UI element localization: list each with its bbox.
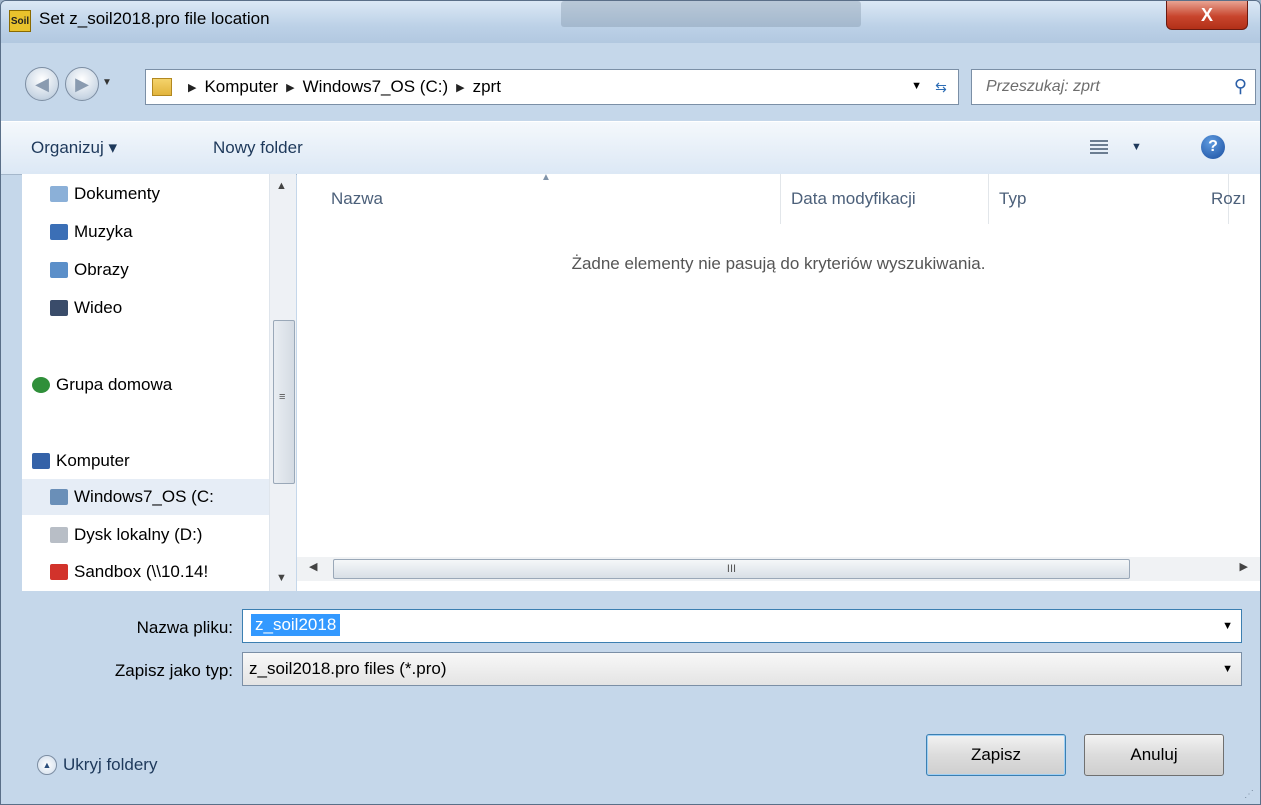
search-placeholder: Przeszukaj: zprt — [986, 78, 1100, 95]
chevron-down-icon[interactable]: ▼ — [1222, 663, 1233, 675]
address-bar[interactable]: ▶ Komputer ▶ Windows7_OS (C:) ▶ zprt ▼ ⇆ — [145, 69, 959, 105]
filetype-label: Zapisz jako typ: — [114, 661, 233, 680]
file-list: Nazwa ▲ Data modyfikacji Typ Rozı Żadne … — [297, 172, 1260, 591]
sidebar-item-drive-c[interactable]: Windows7_OS (C: — [22, 479, 269, 515]
video-icon — [50, 300, 68, 316]
sidebar-item-label: Obrazy — [74, 260, 129, 279]
chevron-up-icon: ▲ — [37, 755, 57, 775]
grip-icon: ≡ — [279, 391, 286, 403]
back-arrow-icon: ◀ — [35, 73, 49, 94]
homegroup-icon — [32, 377, 50, 393]
network-drive-icon — [50, 564, 68, 580]
nav-vertical-scrollbar[interactable]: ▲ ≡ ▼ — [269, 174, 296, 591]
back-button[interactable]: ◀ — [25, 67, 59, 101]
breadcrumb-drive[interactable]: Windows7_OS (C:) — [303, 77, 448, 97]
empty-results-message: Żadne elementy nie pasują do kryteriów w… — [571, 254, 986, 273]
chevron-right-icon[interactable]: ▶ — [188, 81, 196, 94]
column-header-label: Rozı — [1211, 189, 1246, 208]
drive-icon — [50, 527, 68, 543]
recent-locations-dropdown[interactable]: ▼ — [102, 77, 112, 88]
sidebar-item-label: Muzyka — [74, 222, 133, 241]
column-header-date[interactable]: Data modyfikacji — [781, 174, 989, 224]
sidebar-item-label: Komputer — [56, 451, 130, 470]
chevron-right-icon[interactable]: ▶ — [286, 81, 294, 94]
save-button[interactable]: Zapisz — [926, 734, 1066, 776]
breadcrumb-folder[interactable]: zprt — [473, 77, 501, 97]
sidebar-item-label: Wideo — [74, 298, 123, 317]
filetype-value: z_soil2018.pro files (*.pro) — [249, 659, 447, 678]
organize-button[interactable]: Organizuj ▾ — [31, 138, 117, 158]
column-header-label: Data modyfikacji — [791, 189, 916, 208]
navigation-pane: Dokumenty Muzyka Obrazy Wideo Grupa domo… — [22, 174, 269, 591]
resize-grip-icon[interactable]: ⋰ — [1244, 789, 1254, 800]
scroll-thumb[interactable]: III — [333, 559, 1130, 579]
breadcrumb-computer[interactable]: Komputer — [204, 77, 278, 97]
scroll-right-icon[interactable]: ▶ — [1240, 560, 1248, 573]
column-header-label: Nazwa — [331, 189, 383, 208]
sidebar-item-label: Sandbox (\\10.14! — [74, 562, 209, 581]
scroll-thumb[interactable]: ≡ — [273, 320, 295, 484]
refresh-icon[interactable]: ⇆ — [930, 76, 952, 98]
sidebar-item-drive-d[interactable]: Dysk lokalny (D:) — [50, 517, 297, 553]
sidebar-item-documents[interactable]: Dokumenty — [50, 176, 297, 212]
app-icon: Soil — [9, 10, 31, 32]
sidebar-item-label: Dokumenty — [74, 184, 160, 203]
file-horizontal-scrollbar[interactable]: ◀ III ▶ — [297, 557, 1260, 581]
filename-value: z_soil2018 — [251, 614, 341, 636]
sidebar-item-sandbox[interactable]: Sandbox (\\10.14! — [50, 554, 297, 590]
filename-label: Nazwa pliku: — [136, 618, 233, 637]
cancel-button[interactable]: Anuluj — [1084, 734, 1224, 776]
scroll-up-icon[interactable]: ▲ — [276, 180, 287, 192]
view-options-icon[interactable] — [1090, 140, 1108, 154]
help-icon[interactable]: ? — [1201, 135, 1225, 159]
column-header-label: Typ — [999, 189, 1027, 208]
sidebar-item-computer[interactable]: Komputer — [32, 443, 279, 479]
chevron-down-icon[interactable]: ▼ — [1222, 620, 1233, 632]
command-bar: Organizuj ▾ Nowy folder ▼ ? — [1, 121, 1260, 175]
music-icon — [50, 224, 68, 240]
column-header-type[interactable]: Typ — [989, 174, 1229, 224]
computer-icon — [32, 453, 50, 469]
pictures-icon — [50, 262, 68, 278]
search-input[interactable]: Przeszukaj: zprt ⚲ — [971, 69, 1256, 105]
sidebar-item-homegroup[interactable]: Grupa domowa — [32, 367, 279, 403]
column-header-size[interactable]: Rozı — [1201, 174, 1260, 224]
column-header-name[interactable]: Nazwa — [321, 174, 781, 224]
view-dropdown-icon[interactable]: ▼ — [1131, 141, 1142, 153]
sidebar-item-label: Grupa domowa — [56, 375, 173, 394]
drive-icon — [50, 489, 68, 505]
close-button[interactable]: X — [1166, 1, 1248, 30]
documents-icon — [50, 186, 68, 202]
sidebar-item-music[interactable]: Muzyka — [50, 214, 297, 250]
folder-icon — [152, 78, 172, 96]
sidebar-item-label: Dysk lokalny (D:) — [74, 525, 203, 544]
sort-ascending-icon: ▲ — [541, 172, 551, 183]
hide-folders-label: Ukryj foldery — [63, 755, 158, 774]
title-bar[interactable]: Soil Set z_soil2018.pro file location X — [1, 1, 1260, 43]
scroll-left-icon[interactable]: ◀ — [309, 560, 317, 573]
forward-button[interactable]: ▶ — [65, 67, 99, 101]
new-folder-button[interactable]: Nowy folder — [213, 138, 303, 158]
filename-input[interactable]: z_soil2018 ▼ — [242, 609, 1242, 643]
search-icon[interactable]: ⚲ — [1234, 76, 1247, 97]
scroll-down-icon[interactable]: ▼ — [276, 572, 287, 584]
save-dialog: Soil Set z_soil2018.pro file location X … — [0, 0, 1261, 805]
hide-folders-button[interactable]: ▲ Ukryj foldery — [37, 755, 157, 775]
chevron-right-icon[interactable]: ▶ — [456, 81, 464, 94]
address-dropdown-icon[interactable]: ▼ — [911, 80, 922, 92]
sidebar-item-label: Windows7_OS (C: — [74, 487, 214, 506]
window-title: Set z_soil2018.pro file location — [39, 9, 270, 28]
sidebar-item-video[interactable]: Wideo — [50, 290, 297, 326]
filetype-select[interactable]: z_soil2018.pro files (*.pro) ▼ — [242, 652, 1242, 686]
sidebar-item-pictures[interactable]: Obrazy — [50, 252, 297, 288]
forward-arrow-icon: ▶ — [75, 73, 89, 94]
background-window-ghost — [561, 1, 861, 27]
